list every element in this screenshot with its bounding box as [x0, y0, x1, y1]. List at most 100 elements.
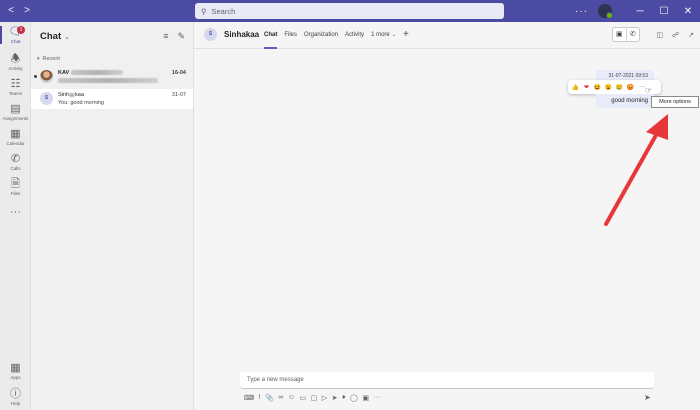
angry-reaction-icon[interactable]: 😡	[626, 84, 635, 91]
call-buttons: ▣ ✆	[612, 27, 640, 42]
rail-item-help[interactable]: ⓘ Help	[0, 388, 31, 406]
redacted-preview	[58, 78, 158, 84]
priority-icon[interactable]: !	[259, 394, 261, 402]
surprised-reaction-icon[interactable]: 😮	[604, 84, 613, 91]
rail-item-calendar[interactable]: ▦ Calendar	[0, 128, 31, 146]
add-people-icon[interactable]: ☍	[672, 31, 679, 39]
attach-icon[interactable]: 📎	[265, 394, 274, 402]
link-icon[interactable]: ∞	[278, 394, 283, 402]
file-icon: 🗎	[11, 178, 20, 190]
message-bubble[interactable]: good morning	[596, 94, 654, 108]
praise-icon[interactable]: ♦	[342, 394, 346, 402]
sad-reaction-icon[interactable]: 😢	[615, 84, 624, 91]
maximize-button[interactable]: ☐	[652, 6, 676, 17]
laugh-reaction-icon[interactable]: 😆	[593, 84, 602, 91]
calendar-icon: ▦	[10, 128, 21, 140]
chat-list-item[interactable]: KAV 16-04	[31, 67, 193, 87]
meet-icon[interactable]: ▷	[322, 394, 327, 402]
help-icon: ⓘ	[10, 388, 21, 400]
new-chat-icon[interactable]: ✎	[177, 31, 185, 42]
chat-list-header[interactable]: Chat ⌄	[40, 31, 70, 42]
rail-item-teams[interactable]: ☷ Teams	[0, 78, 31, 96]
tab-activity[interactable]: Activity	[345, 32, 364, 49]
header-actions: ◫ ☍ ↗	[656, 31, 694, 39]
conversation-tabs: Chat Files Organization Activity 1 more ⌄…	[264, 29, 409, 49]
nav-arrows: < >	[4, 5, 34, 16]
compose-placeholder: Type a new message	[247, 377, 304, 383]
tab-files[interactable]: Files	[284, 32, 297, 49]
chat-list-item-selected[interactable]: S Sinh kaa You: good morning 31-07	[31, 89, 193, 109]
like-reaction-icon[interactable]: 👍	[571, 84, 580, 91]
recent-section-header[interactable]: ▾ Recent	[37, 56, 60, 62]
app-rail: 🗨 Chat 1 🕭 Activity ☷ Teams ▤ Assignment…	[0, 22, 31, 410]
audio-call-icon[interactable]: ✆	[625, 28, 640, 41]
rail-item-chat[interactable]: 🗨 Chat 1	[0, 26, 31, 44]
forward-icon[interactable]: >	[20, 5, 34, 16]
apps-icon: ▦	[10, 362, 21, 374]
tab-organization[interactable]: Organization	[304, 32, 338, 49]
rail-label: Calendar	[6, 141, 25, 146]
rail-label: Files	[10, 191, 21, 196]
compose-box[interactable]: Type a new message	[240, 372, 654, 389]
rail-more-apps[interactable]: ···	[0, 206, 31, 218]
chat-item-time: 31-07	[171, 92, 186, 98]
add-tab-button[interactable]: +	[403, 29, 409, 46]
avatar	[40, 70, 53, 83]
conversation-pane: S Sinhakaa Chat Files Organization Activ…	[194, 22, 700, 410]
rail-label: Help	[10, 401, 21, 406]
search-placeholder: Search	[211, 6, 236, 16]
more-icon[interactable]: ···	[374, 394, 381, 402]
chat-list-pane: Chat ⌄ ≡ ✎ ▾ Recent KAV 16-04 S Sinh kaa Yo…	[31, 22, 194, 410]
chat-list-title: Chat	[40, 31, 62, 42]
rail-item-assignments[interactable]: ▤ Assignments	[0, 103, 31, 121]
video-call-icon[interactable]: ▣	[613, 28, 626, 41]
rail-label: Assignments	[2, 116, 29, 121]
search-input[interactable]: ⚲ Search	[195, 3, 504, 19]
contact-name: Sinhakaa	[224, 30, 260, 39]
recent-label: Recent	[42, 56, 60, 62]
tab-more[interactable]: 1 more ⌄	[371, 32, 396, 49]
more-icon: ···	[10, 206, 21, 218]
send-icon[interactable]: ➤	[644, 393, 651, 402]
rail-item-activity[interactable]: 🕭 Activity	[0, 53, 31, 71]
format-icon[interactable]: ⌨	[244, 394, 254, 402]
chat-item-name: Sinh kaa	[58, 92, 84, 98]
rail-label: Teams	[8, 91, 23, 96]
loop-icon[interactable]: ◯	[350, 394, 358, 402]
chevron-down-icon: ⌄	[391, 32, 396, 38]
collapse-triangle-icon: ▾	[37, 56, 40, 62]
forms-icon[interactable]: ▣	[362, 394, 369, 402]
heart-reaction-icon[interactable]: ❤	[582, 84, 591, 91]
filter-icon[interactable]: ≡	[163, 31, 168, 42]
back-icon[interactable]: <	[4, 5, 18, 16]
gif-icon[interactable]: ▭	[299, 394, 306, 402]
titlebar-controls: ··· ─ ☐ ✕	[575, 0, 700, 22]
unread-dot	[34, 75, 37, 78]
arrow-shaft	[604, 126, 662, 226]
minimize-button[interactable]: ─	[628, 6, 652, 17]
phone-icon: ✆	[10, 153, 21, 165]
mouse-cursor-icon: ☞	[645, 86, 653, 95]
emoji-icon[interactable]: ☺	[288, 394, 295, 402]
teams-icon: ☷	[10, 78, 21, 90]
rail-label: Calls	[10, 166, 21, 171]
rail-label: Activity	[8, 66, 23, 71]
conversation-header: S Sinhakaa Chat Files Organization Activ…	[194, 22, 700, 49]
avatar: S	[40, 92, 53, 105]
rail-item-apps[interactable]: ▦ Apps	[0, 362, 31, 380]
rail-label: Chat	[10, 39, 21, 44]
redacted-name	[71, 70, 124, 76]
avatar[interactable]: S	[204, 28, 217, 41]
more-icon[interactable]: ···	[575, 6, 588, 17]
close-button[interactable]: ✕	[676, 6, 700, 17]
tab-chat[interactable]: Chat	[264, 32, 278, 49]
sticker-icon[interactable]: ▢	[311, 394, 318, 402]
share-screen-icon[interactable]: ◫	[656, 31, 663, 39]
unread-badge: 1	[17, 26, 25, 34]
profile-avatar[interactable]	[598, 4, 613, 19]
bell-icon: 🕭	[10, 53, 21, 65]
rail-item-files[interactable]: 🗎 Files	[0, 178, 31, 196]
rail-item-calls[interactable]: ✆ Calls	[0, 153, 31, 171]
pop-out-icon[interactable]: ↗	[688, 31, 694, 39]
send-later-icon[interactable]: ➤	[332, 394, 338, 402]
